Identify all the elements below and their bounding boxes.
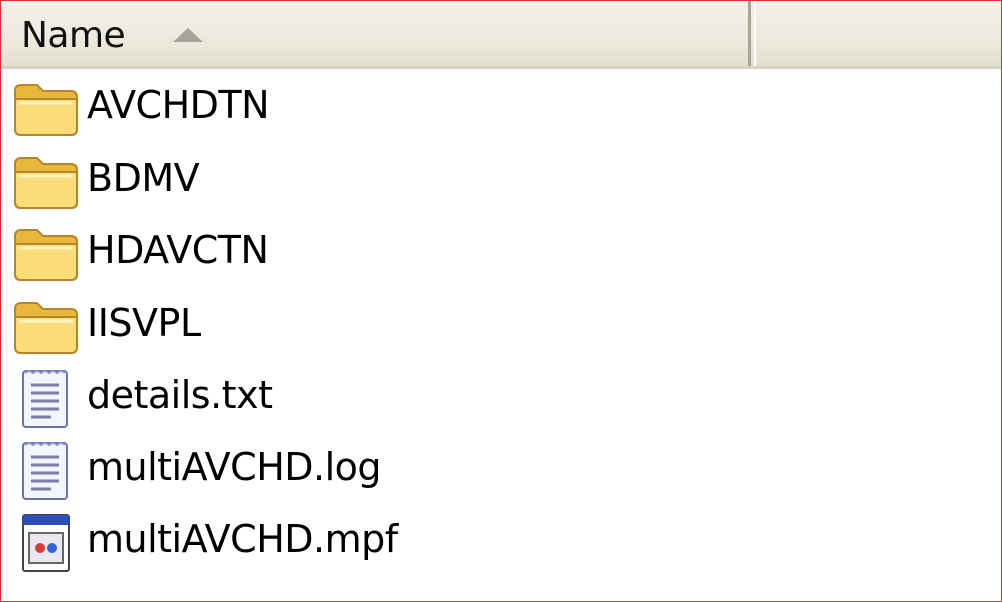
file-name: AVCHDTN <box>87 83 270 127</box>
column-header-next[interactable] <box>754 1 1001 66</box>
file-list-window: Name AVCHDTN BDMV HDAVCTN IISVPL details… <box>0 0 1002 602</box>
list-item[interactable]: AVCHDTN <box>11 73 711 143</box>
list-item[interactable]: multiAVCHD.mpf <box>11 507 711 577</box>
folder-icon <box>11 150 81 212</box>
text-file-icon <box>11 439 81 501</box>
list-item[interactable]: multiAVCHD.log <box>11 435 711 505</box>
file-name: multiAVCHD.mpf <box>87 517 398 561</box>
list-item[interactable]: IISVPL <box>11 291 711 361</box>
text-file-icon <box>11 367 81 429</box>
list-item[interactable]: details.txt <box>11 363 711 433</box>
file-name: BDMV <box>87 156 200 200</box>
column-header-bar: Name <box>1 1 1001 69</box>
file-name: multiAVCHD.log <box>87 445 382 489</box>
column-header-name[interactable]: Name <box>1 1 751 66</box>
list-item[interactable]: BDMV <box>11 146 711 216</box>
file-name: IISVPL <box>87 301 201 345</box>
folder-icon <box>11 295 81 357</box>
folder-icon <box>11 222 81 284</box>
file-name: details.txt <box>87 373 273 417</box>
sort-ascending-icon <box>173 28 203 42</box>
folder-icon <box>11 77 81 139</box>
list-item[interactable]: HDAVCTN <box>11 218 711 288</box>
column-header-name-label: Name <box>21 15 126 56</box>
file-name: HDAVCTN <box>87 228 269 272</box>
app-file-icon <box>11 511 81 573</box>
